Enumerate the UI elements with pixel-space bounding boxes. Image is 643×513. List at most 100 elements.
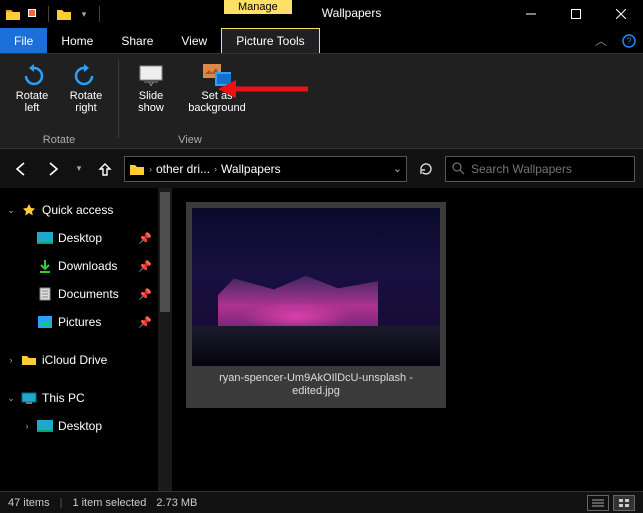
slide-show-button[interactable]: Slide show	[127, 60, 175, 134]
folder-icon	[20, 352, 38, 368]
sidebar-item-icloud[interactable]: › iCloud Drive	[0, 346, 158, 374]
chevron-right-icon[interactable]: ›	[2, 355, 20, 365]
ribbon-separator	[118, 60, 119, 138]
desktop-icon	[36, 230, 54, 246]
sidebar-item-documents[interactable]: Documents 📌	[0, 280, 158, 308]
refresh-button[interactable]	[413, 156, 439, 182]
forward-button[interactable]	[40, 156, 66, 182]
title-bar: ▾ Manage Wallpapers	[0, 0, 643, 28]
details-view-button[interactable]	[587, 495, 609, 511]
ribbon: Rotate left Rotate right Rotate Slide sh…	[0, 54, 643, 148]
file-list[interactable]: ryan-spencer-Um9AkOIlDcU-unsplash - edit…	[172, 188, 643, 491]
sidebar-label: Documents	[58, 287, 119, 301]
folder-icon	[129, 162, 145, 176]
chevron-down-icon[interactable]: ⌄	[2, 205, 20, 216]
sidebar-label: Pictures	[58, 315, 101, 329]
minimize-button[interactable]	[508, 0, 553, 28]
status-size: 2.73 MB	[156, 497, 197, 509]
ribbon-tab-row: File Home Share View Picture Tools ︿ ?	[0, 28, 643, 54]
folder-icon[interactable]	[55, 5, 73, 23]
slide-show-label: Slide show	[138, 90, 164, 114]
chevron-down-icon[interactable]: ⌄	[2, 393, 20, 404]
star-icon	[20, 202, 38, 218]
close-button[interactable]	[598, 0, 643, 28]
rotate-left-icon	[18, 62, 46, 88]
chevron-right-icon[interactable]: ›	[214, 164, 217, 174]
file-item-selected[interactable]: ryan-spencer-Um9AkOIlDcU-unsplash - edit…	[186, 202, 446, 408]
status-selection: 1 item selected	[72, 497, 146, 509]
tab-view[interactable]: View	[167, 28, 221, 53]
search-input[interactable]	[471, 162, 628, 176]
pictures-icon	[36, 314, 54, 330]
sidebar-item-quick-access[interactable]: ⌄ Quick access	[0, 196, 158, 224]
ribbon-group-rotate: Rotate left Rotate right Rotate	[8, 60, 110, 148]
sidebar-item-desktop[interactable]: Desktop 📌	[0, 224, 158, 252]
rotate-left-button[interactable]: Rotate left	[8, 60, 56, 134]
thumbnails-view-button[interactable]	[613, 495, 635, 511]
sidebar-label: Quick access	[42, 203, 113, 217]
qat-dropdown-icon[interactable]: ▾	[75, 5, 93, 23]
pin-icon: 📌	[138, 260, 152, 273]
rotate-right-icon	[72, 62, 100, 88]
context-tab-label: Manage	[224, 0, 292, 14]
address-dropdown-icon[interactable]: ⌄	[393, 162, 402, 175]
sidebar-item-desktop-2[interactable]: › Desktop	[0, 412, 158, 440]
sidebar-scrollbar[interactable]	[158, 188, 172, 491]
navigation-bar: ▾ › other dri... › Wallpapers ⌄	[0, 148, 643, 188]
ribbon-group-view: Slide show Set as background View	[127, 60, 253, 148]
pin-icon: 📌	[138, 288, 152, 301]
set-as-background-button[interactable]: Set as background	[181, 60, 253, 134]
window-title: Wallpapers	[310, 0, 394, 28]
pin-below-icon[interactable]	[24, 5, 42, 23]
up-button[interactable]	[92, 156, 118, 182]
breadcrumb-seg-2[interactable]: Wallpapers	[221, 162, 281, 176]
sidebar-label: Desktop	[58, 419, 102, 433]
desktop-icon	[36, 418, 54, 434]
chevron-right-icon[interactable]: ›	[149, 164, 152, 174]
sidebar-label: Desktop	[58, 231, 102, 245]
slide-show-icon	[137, 62, 165, 88]
sidebar-item-downloads[interactable]: Downloads 📌	[0, 252, 158, 280]
tab-home[interactable]: Home	[47, 28, 107, 53]
document-icon	[36, 286, 54, 302]
address-bar[interactable]: › other dri... › Wallpapers ⌄	[124, 156, 407, 182]
sidebar-item-pictures[interactable]: Pictures 📌	[0, 308, 158, 336]
scrollbar-thumb[interactable]	[160, 192, 170, 312]
svg-text:?: ?	[626, 36, 631, 46]
this-pc-icon	[20, 390, 38, 406]
chevron-right-icon[interactable]: ›	[18, 421, 36, 431]
rotate-left-label: Rotate left	[16, 90, 48, 114]
status-bar: 47 items | 1 item selected 2.73 MB	[0, 491, 643, 513]
group-label-rotate: Rotate	[43, 134, 75, 148]
breadcrumb-seg-1[interactable]: other dri...	[156, 162, 210, 176]
folder-icon[interactable]	[4, 5, 22, 23]
set-background-label: Set as background	[188, 90, 246, 114]
recent-locations-button[interactable]: ▾	[72, 156, 86, 182]
rotate-right-label: Rotate right	[70, 90, 102, 114]
sidebar-label: This PC	[42, 391, 85, 405]
content-area: ⌄ Quick access Desktop 📌 Downloads 📌 Doc…	[0, 188, 643, 491]
sidebar-label: iCloud Drive	[42, 353, 107, 367]
sidebar-label: Downloads	[58, 259, 117, 273]
help-button[interactable]: ?	[615, 28, 643, 53]
quick-access-toolbar: ▾	[0, 5, 104, 23]
status-item-count: 47 items	[8, 497, 50, 509]
search-box[interactable]	[445, 156, 635, 182]
group-label-view: View	[178, 134, 202, 148]
back-button[interactable]	[8, 156, 34, 182]
download-icon	[36, 258, 54, 274]
tab-file[interactable]: File	[0, 28, 47, 53]
rotate-right-button[interactable]: Rotate right	[62, 60, 110, 134]
file-thumbnail	[192, 208, 440, 366]
pin-icon: 📌	[138, 232, 152, 245]
navigation-pane: ⌄ Quick access Desktop 📌 Downloads 📌 Doc…	[0, 188, 158, 491]
set-background-icon	[203, 62, 231, 88]
file-name-label: ryan-spencer-Um9AkOIlDcU-unsplash - edit…	[192, 366, 440, 402]
tab-picture-tools[interactable]: Picture Tools	[221, 28, 319, 53]
maximize-button[interactable]	[553, 0, 598, 28]
search-icon	[452, 162, 465, 175]
sidebar-item-this-pc[interactable]: ⌄ This PC	[0, 384, 158, 412]
ribbon-collapse-button[interactable]: ︿	[587, 28, 615, 53]
pin-icon: 📌	[138, 316, 152, 329]
tab-share[interactable]: Share	[107, 28, 167, 53]
